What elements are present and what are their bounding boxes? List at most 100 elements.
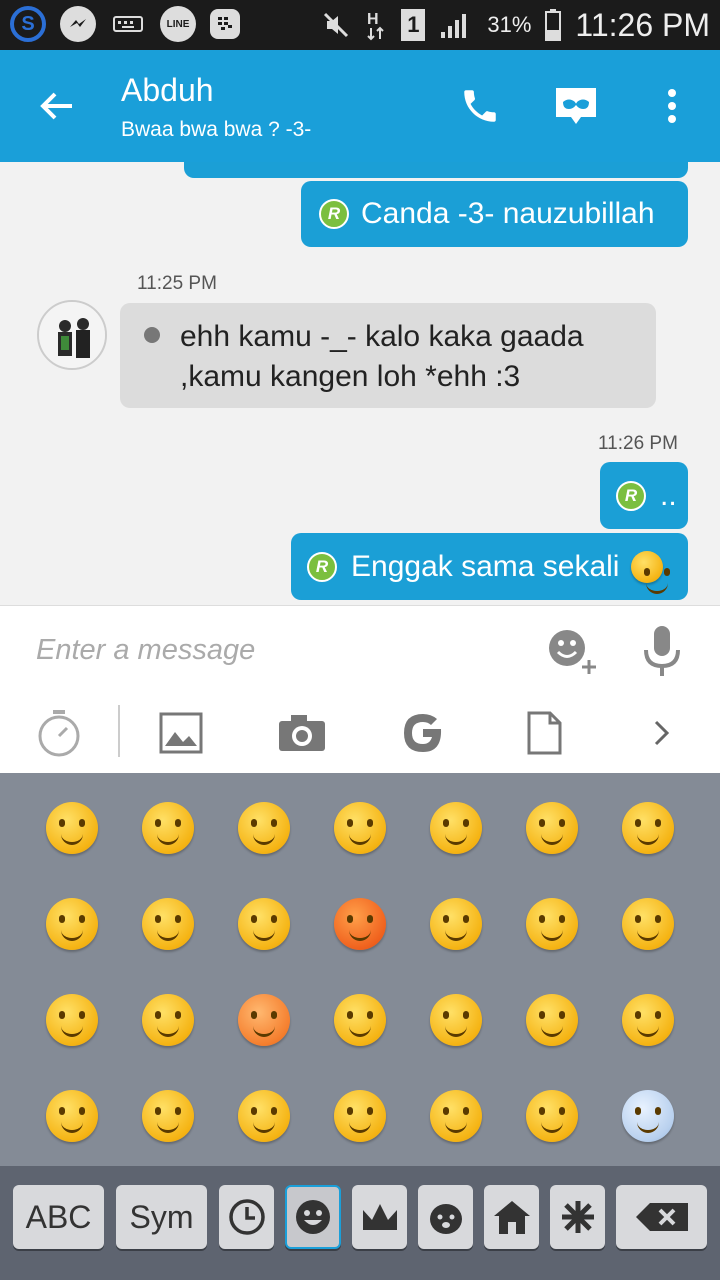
keyboard-icon xyxy=(110,6,146,42)
message-text: .. xyxy=(660,478,677,512)
google-icon xyxy=(404,714,442,752)
backspace-key[interactable] xyxy=(616,1185,707,1249)
happy-emoji-icon[interactable] xyxy=(334,802,386,854)
abc-key-label: ABC xyxy=(25,1198,92,1235)
scream-emoji-icon[interactable] xyxy=(622,1090,674,1142)
chat-header: Abduh Bwaa bwa bwa ? -3- xyxy=(0,50,720,162)
clock: 11:26 PM xyxy=(575,6,710,43)
places-emoji-tab[interactable] xyxy=(484,1185,539,1249)
recent-emoji-tab[interactable] xyxy=(219,1185,274,1249)
grin-emoji-icon[interactable] xyxy=(238,802,290,854)
persevere-emoji-icon[interactable] xyxy=(142,1090,194,1142)
read-receipt-badge: R xyxy=(319,199,349,229)
grimace-emoji-icon[interactable] xyxy=(334,994,386,1046)
animal-emoji-tab[interactable] xyxy=(418,1185,473,1249)
message-input[interactable] xyxy=(34,628,514,672)
sym-key-label: Sym xyxy=(129,1198,194,1235)
house-icon xyxy=(493,1201,530,1234)
crown-emoji-tab[interactable] xyxy=(352,1185,407,1249)
angry-emoji-icon[interactable] xyxy=(238,994,290,1046)
message-text-line-2: ,kamu kangen loh *ehh :3 xyxy=(180,360,521,393)
sleepy-emoji-icon[interactable] xyxy=(622,994,674,1046)
triumph-emoji-icon[interactable] xyxy=(526,1090,578,1142)
wink-emoji-icon[interactable] xyxy=(622,802,674,854)
contact-name[interactable]: Abduh xyxy=(121,72,214,109)
compose-bar xyxy=(0,605,720,693)
surprised-emoji-icon[interactable] xyxy=(526,898,578,950)
crown-icon xyxy=(362,1204,397,1230)
worried-emoji-icon[interactable] xyxy=(430,1090,482,1142)
signal-icon xyxy=(441,14,467,38)
stopwatch-icon xyxy=(38,710,80,757)
timer-button[interactable] xyxy=(29,703,89,763)
arrow-left-icon xyxy=(40,92,72,120)
devil-emoji-icon[interactable] xyxy=(334,898,386,950)
mask-icon xyxy=(556,88,596,124)
camera-button[interactable] xyxy=(272,703,332,763)
mute-icon xyxy=(324,12,349,38)
presence-dot xyxy=(144,327,160,343)
crying-emoji-icon[interactable] xyxy=(526,994,578,1046)
smiley-emoji-tab[interactable] xyxy=(285,1185,341,1249)
bbm-icon xyxy=(210,9,240,39)
incognito-button[interactable] xyxy=(548,78,604,134)
more-vert-icon xyxy=(668,89,676,123)
smiley-icon xyxy=(296,1200,330,1234)
app-s-icon: S xyxy=(10,6,46,42)
image-icon xyxy=(159,712,203,754)
line-icon: LINE xyxy=(160,6,196,42)
fuming-emoji-icon[interactable] xyxy=(238,1090,290,1142)
smile-emoji-icon[interactable] xyxy=(46,802,98,854)
message-text-line-1: ehh kamu -_- kalo kaka gaada xyxy=(180,320,584,353)
tired-emoji-icon[interactable] xyxy=(334,1090,386,1142)
camera-icon xyxy=(279,715,325,751)
annoyed-emoji-icon[interactable] xyxy=(430,994,482,1046)
voice-button[interactable] xyxy=(640,624,684,680)
back-button[interactable] xyxy=(30,80,82,132)
emoji-keyboard[interactable] xyxy=(0,773,720,1166)
battery-percent: 31% xyxy=(487,12,532,37)
clock-icon xyxy=(228,1199,265,1235)
keyboard-category-bar: ABC Sym xyxy=(0,1166,720,1280)
sweat-smile-emoji-icon[interactable] xyxy=(46,898,98,950)
phone-icon xyxy=(464,90,496,122)
sym-key[interactable]: Sym xyxy=(116,1185,207,1249)
squint-grin-emoji-icon[interactable] xyxy=(142,898,194,950)
timestamp: 11:26 PM xyxy=(598,433,678,454)
message-text: Enggak sama sekali xyxy=(351,549,620,583)
confused-emoji-icon[interactable] xyxy=(142,994,194,1046)
message-outgoing[interactable]: R Canda -3- nauzubillah xyxy=(301,181,688,247)
abc-key[interactable]: ABC xyxy=(13,1185,104,1249)
message-outgoing[interactable]: R Enggak sama sekali xyxy=(291,533,688,600)
avatar-photo xyxy=(39,302,105,368)
contact-status: Bwaa bwa bwa ? -3- xyxy=(121,118,312,141)
message-incoming[interactable]: ehh kamu -_- kalo kaka gaada ,kamu kange… xyxy=(120,303,656,408)
message-list[interactable]: R Canda -3- nauzubillah 11:25 PM ehh kam… xyxy=(0,162,720,605)
timestamp: 11:25 PM xyxy=(137,273,217,294)
symbols-emoji-tab[interactable] xyxy=(550,1185,605,1249)
overflow-menu-button[interactable] xyxy=(644,78,700,134)
more-attachments-button[interactable] xyxy=(632,703,692,763)
message-outgoing[interactable]: R .. xyxy=(600,462,688,529)
blush-emoji-icon[interactable] xyxy=(142,802,194,854)
call-button[interactable] xyxy=(452,78,508,134)
messenger-icon xyxy=(60,6,96,42)
neutral-emoji-icon[interactable] xyxy=(622,898,674,950)
expressionless-emoji-icon[interactable] xyxy=(46,994,98,1046)
open-mouth-emoji-icon[interactable] xyxy=(46,1090,98,1142)
angel-emoji-icon[interactable] xyxy=(238,898,290,950)
laugh-emoji-icon[interactable] xyxy=(526,802,578,854)
battery-icon xyxy=(545,9,562,41)
svg-text:H: H xyxy=(367,11,379,28)
toolbar-divider xyxy=(118,705,120,757)
google-search-button[interactable] xyxy=(393,703,453,763)
dog-icon xyxy=(429,1204,462,1234)
emoji-add-button[interactable] xyxy=(545,624,605,680)
avatar[interactable] xyxy=(37,300,107,370)
sim-icon: 1 xyxy=(401,9,426,41)
joy-emoji-icon[interactable] xyxy=(430,802,482,854)
tongue-wink-emoji-icon[interactable] xyxy=(430,898,482,950)
gallery-button[interactable] xyxy=(151,703,211,763)
attachment-toolbar xyxy=(0,693,720,773)
file-button[interactable] xyxy=(514,703,574,763)
